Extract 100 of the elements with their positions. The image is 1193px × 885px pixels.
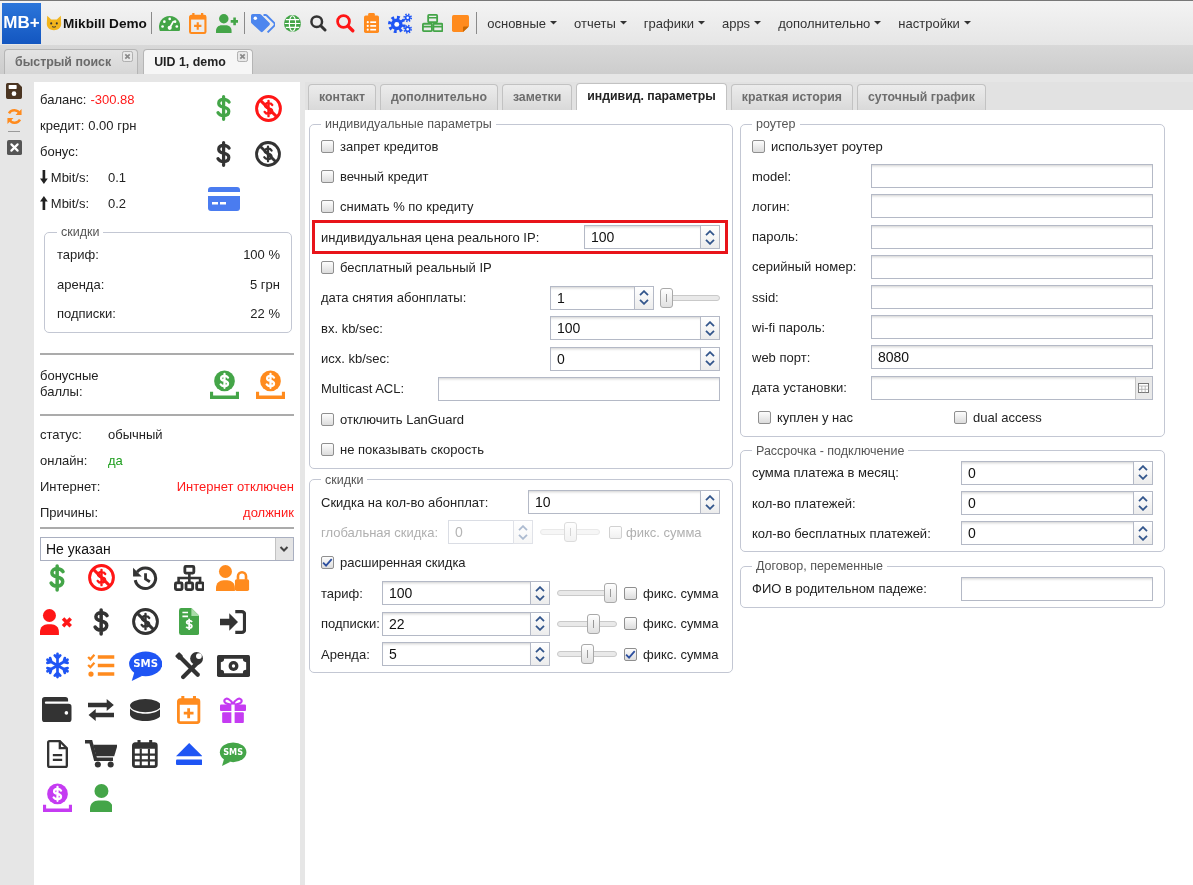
tools-icon[interactable]	[175, 651, 203, 680]
chevron-down-icon[interactable]	[705, 503, 715, 510]
tab[interactable]: UID 1, demo	[143, 49, 253, 74]
save-icon[interactable]	[6, 83, 22, 99]
checkbox[interactable]	[758, 411, 771, 425]
text-field[interactable]	[871, 194, 1153, 219]
sign-in-icon[interactable]	[219, 609, 247, 634]
chevron-up-icon[interactable]	[639, 290, 649, 297]
history-icon[interactable]	[132, 564, 158, 591]
close-icon[interactable]	[6, 140, 22, 155]
checkbox[interactable]	[624, 617, 637, 631]
checkbox-label[interactable]: снимать % по кредиту	[340, 199, 474, 215]
text-field[interactable]	[871, 224, 1153, 249]
chevron-up-icon[interactable]	[705, 320, 715, 327]
checkbox-label[interactable]: вечный кредит	[340, 169, 429, 185]
globe-icon[interactable]	[284, 14, 302, 32]
spin-buttons[interactable]	[530, 581, 550, 606]
checkbox-label[interactable]: фикс. сумма	[643, 585, 719, 601]
number-field[interactable]: 100	[584, 225, 700, 250]
gears-icon[interactable]	[388, 12, 413, 34]
chevron-up-icon[interactable]	[535, 646, 545, 653]
select-field[interactable]: Не указан	[40, 536, 294, 561]
checkbox[interactable]	[321, 412, 334, 426]
checkbox-label[interactable]: отключить LanGuard	[340, 411, 464, 427]
calendar-plus-icon[interactable]	[177, 695, 201, 724]
text-field[interactable]	[961, 576, 1153, 601]
menu-button[interactable]: настройки	[898, 15, 971, 31]
network-icon[interactable]	[173, 564, 205, 591]
checkbox[interactable]	[321, 556, 334, 570]
exchange-arrows-icon[interactable]	[87, 698, 115, 721]
slider-track[interactable]	[660, 287, 720, 308]
logo[interactable]: MB+	[2, 2, 41, 44]
dollar-icon[interactable]	[216, 141, 232, 167]
chevron-down-icon[interactable]	[1138, 534, 1148, 541]
chevron-down-icon[interactable]	[639, 299, 649, 306]
chevron-down-icon[interactable]	[705, 360, 715, 367]
spin-buttons[interactable]	[530, 611, 550, 636]
number-field[interactable]: 22	[382, 611, 530, 636]
spin-buttons[interactable]	[700, 490, 720, 515]
sticky-note-icon[interactable]	[452, 14, 470, 32]
checkbox-label[interactable]: не показывать скорость	[340, 442, 484, 458]
tab[interactable]: заметки	[501, 84, 573, 110]
cart-icon[interactable]	[84, 739, 118, 768]
checkbox[interactable]	[321, 443, 334, 457]
spin-buttons[interactable]	[700, 346, 720, 371]
chevron-up-icon[interactable]	[1138, 495, 1148, 502]
chevron-down-icon[interactable]	[1138, 504, 1148, 511]
credit-card-icon[interactable]	[208, 187, 240, 211]
calendar-plus-icon[interactable]	[189, 12, 207, 34]
coin-icon[interactable]	[256, 369, 285, 399]
checkbox-label[interactable]: запрет кредитов	[340, 138, 439, 154]
text-field[interactable]: 8080	[871, 345, 1153, 370]
gift-icon[interactable]	[220, 696, 246, 723]
eject-icon[interactable]	[175, 742, 203, 765]
checkbox[interactable]	[321, 260, 334, 274]
menu-button[interactable]: дополнительно	[778, 15, 882, 31]
cubes-icon[interactable]	[421, 14, 444, 32]
spin-buttons[interactable]	[1133, 460, 1153, 485]
chevron-up-icon[interactable]	[705, 229, 715, 236]
snowflake-icon[interactable]	[43, 652, 71, 679]
number-field[interactable]: 10	[528, 490, 700, 515]
spin-buttons[interactable]	[530, 642, 550, 667]
search-icon[interactable]	[310, 14, 328, 32]
checkbox[interactable]	[624, 586, 637, 600]
tab[interactable]: суточный график	[856, 84, 986, 110]
checkbox[interactable]	[752, 139, 765, 153]
disc-icon[interactable]	[129, 698, 161, 721]
user-add-icon[interactable]	[215, 13, 239, 33]
coin-icon[interactable]	[42, 783, 72, 812]
checkbox-label[interactable]: бесплатный реальный IP	[340, 259, 492, 275]
chevron-up-icon[interactable]	[1138, 525, 1148, 532]
checkbox[interactable]	[321, 139, 334, 153]
tab[interactable]: краткая история	[730, 84, 853, 110]
slider-thumb[interactable]	[587, 613, 601, 634]
checkbox[interactable]	[321, 200, 334, 214]
document-icon[interactable]	[46, 739, 68, 768]
chevron-down-icon[interactable]	[705, 238, 715, 245]
spin-buttons[interactable]	[634, 285, 654, 310]
close-icon[interactable]	[236, 51, 248, 62]
slider-track[interactable]	[540, 522, 601, 543]
calendar-icon[interactable]	[132, 739, 158, 768]
chevron-down-icon[interactable]	[1138, 474, 1148, 481]
number-field[interactable]: 1	[550, 285, 634, 310]
menu-button[interactable]: основные	[487, 15, 558, 31]
chevron-down-icon[interactable]	[535, 625, 545, 632]
chevron-up-icon[interactable]	[705, 494, 715, 501]
chevron-up-icon[interactable]	[705, 351, 715, 358]
checkbox[interactable]	[954, 411, 967, 425]
checkbox-label[interactable]: фикс. сумма	[643, 646, 719, 662]
checkbox-label[interactable]: использует роутер	[771, 138, 883, 154]
tab[interactable]: индивид. параметры	[576, 83, 727, 110]
user-lock-icon[interactable]	[216, 564, 250, 591]
clipboard-list-icon[interactable]	[364, 13, 380, 33]
invoice-icon[interactable]	[178, 608, 200, 635]
user-remove-icon[interactable]	[40, 608, 74, 635]
number-field[interactable]: 0	[550, 346, 700, 371]
spin-buttons[interactable]	[1133, 521, 1153, 546]
spin-buttons[interactable]	[700, 225, 720, 250]
number-field[interactable]: 0	[961, 521, 1133, 546]
spin-buttons[interactable]	[700, 316, 720, 341]
